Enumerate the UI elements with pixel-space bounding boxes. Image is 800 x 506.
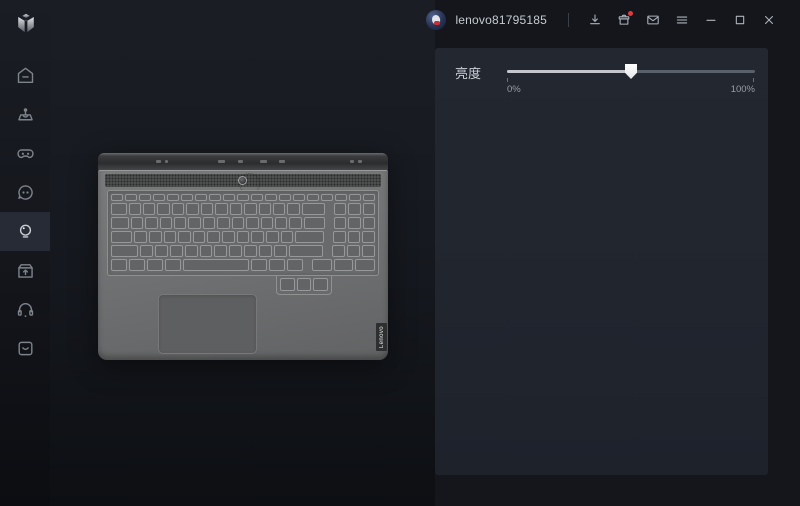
username[interactable]: lenovo81795185 [455,13,547,27]
download-button[interactable] [584,8,606,32]
arrow-keys-notch [276,276,332,295]
close-icon [765,15,773,24]
brightness-label: 亮度 [455,66,482,81]
lightbulb-icon [19,224,31,238]
mail-button[interactable] [642,8,664,32]
menu-icon [676,16,688,24]
mail-icon [647,15,659,25]
topbar-divider [568,13,569,27]
sidebar-item-lighting[interactable] [0,212,50,251]
brightness-slider[interactable]: 0% 100% [507,48,755,108]
menu-button[interactable] [671,8,693,32]
sidebar-item-gamepad[interactable] [0,134,50,173]
power-button-icon [238,176,247,185]
trackpad [158,294,257,354]
main-content: Lenovo [50,0,435,506]
home-icon [17,67,33,84]
slider-min-label: 0% [507,84,521,95]
slider-max-label: 100% [730,84,755,95]
sidebar-item-joystick[interactable] [0,95,50,134]
sidebar-item-update[interactable] [0,251,50,290]
laptop-deck: Lenovo [98,170,388,360]
lenovo-badge: Lenovo [376,323,387,351]
device-face-icon [17,185,33,200]
headset-icon [17,303,33,318]
legion-logo [15,12,37,36]
service-box-icon [18,341,32,356]
sidebar [0,0,50,506]
joystick-icon [17,108,33,121]
slider-tick-min [507,78,508,82]
download-icon [590,14,600,25]
minimize-icon [706,19,716,21]
user-avatar[interactable] [426,10,447,30]
sidebar-item-headset[interactable] [0,290,50,329]
slider-thumb[interactable] [625,64,637,79]
brightness-panel: 亮度 0% 100% [435,48,768,475]
sidebar-item-service[interactable] [0,329,50,368]
topbar: lenovo81795185 [50,0,800,40]
sidebar-item-home[interactable] [0,56,50,95]
store-badge [628,11,633,16]
slider-tick-max [753,78,754,82]
laptop-image: Lenovo [98,153,388,360]
store-button[interactable] [613,8,635,32]
slider-fill [507,70,631,73]
sidebar-item-device[interactable] [0,173,50,212]
maximize-icon [735,15,745,25]
close-button[interactable] [758,8,780,32]
update-box-icon [17,264,33,278]
lenovo-badge-label: Lenovo [378,325,385,349]
gamepad-icon [16,149,34,159]
keyboard [107,190,379,276]
laptop-hinge [98,153,388,170]
minimize-button[interactable] [700,8,722,32]
maximize-button[interactable] [729,8,751,32]
sidebar-nav [0,56,50,368]
